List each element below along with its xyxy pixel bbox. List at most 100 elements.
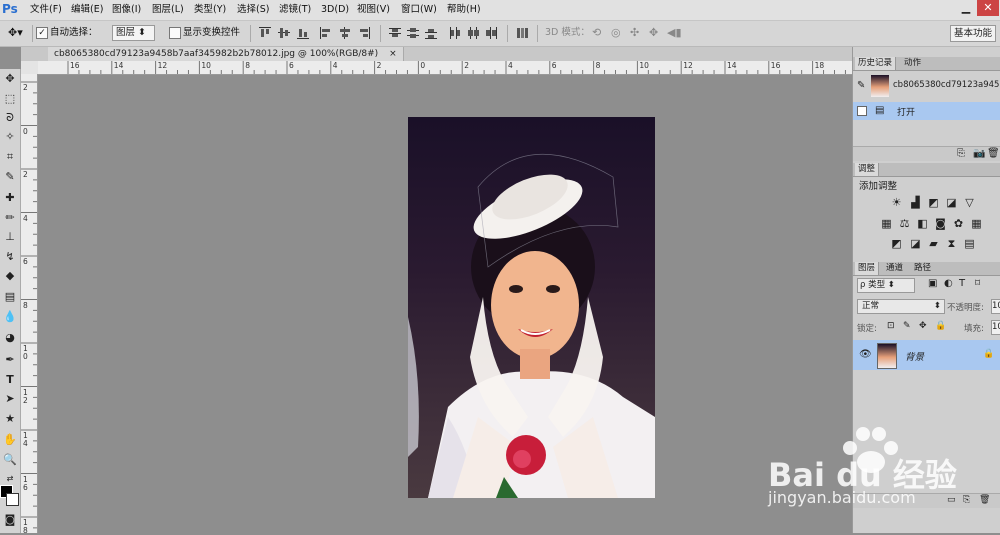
- background-color-swatch[interactable]: [6, 493, 19, 506]
- auto-select-checkbox[interactable]: ✓: [36, 27, 48, 39]
- quick-mask-icon[interactable]: ◙: [2, 512, 18, 528]
- document-photo[interactable]: [408, 117, 655, 498]
- eye-visibility-icon[interactable]: 👁: [859, 349, 872, 360]
- align-bottom-icon[interactable]: [296, 26, 310, 40]
- distribute-bottom-icon[interactable]: [424, 26, 438, 40]
- show-transform-checkbox[interactable]: [169, 27, 181, 39]
- 3d-rotate-icon[interactable]: ⟲: [592, 26, 601, 40]
- zoom-tool-icon[interactable]: 🔍: [2, 452, 18, 468]
- opacity-input[interactable]: 10: [991, 299, 1000, 314]
- align-top-icon[interactable]: [258, 26, 272, 40]
- new-document-from-state-icon[interactable]: ⎘: [957, 148, 965, 159]
- tab-history[interactable]: 历史记录: [855, 57, 897, 70]
- lock-all-icon[interactable]: 🔒: [935, 321, 946, 331]
- menu-window[interactable]: 窗口(W): [401, 0, 437, 20]
- horizontal-ruler[interactable]: 16141210864202468101214161820: [38, 61, 868, 75]
- align-hcenter-icon[interactable]: [338, 26, 352, 40]
- menu-image[interactable]: 图像(I): [112, 0, 141, 20]
- history-snapshot-row[interactable]: ✎ cb8065380cd79123a9458b7: [853, 72, 1000, 100]
- brush-tool-icon[interactable]: ✏: [2, 210, 18, 226]
- menu-3d[interactable]: 3D(D): [321, 0, 349, 20]
- eyedropper-tool-icon[interactable]: ✎: [2, 169, 18, 185]
- distribute-left-icon[interactable]: [448, 26, 462, 40]
- history-state-open[interactable]: ▤ 打开: [853, 102, 1000, 120]
- healing-brush-tool-icon[interactable]: ✚: [2, 190, 18, 206]
- menu-layer[interactable]: 图层(L): [152, 0, 184, 20]
- filter-type-icon[interactable]: T: [959, 278, 965, 289]
- threshold-icon[interactable]: ▰: [928, 238, 939, 249]
- 3d-slide-icon[interactable]: ✥: [649, 26, 658, 40]
- levels-icon[interactable]: ▟: [910, 197, 921, 208]
- 3d-pan-icon[interactable]: ✣: [630, 26, 639, 40]
- 3d-roll-icon[interactable]: ◎: [611, 26, 621, 40]
- document-tab[interactable]: cb8065380cd79123a9458b7aaf345982b2b78012…: [48, 47, 404, 61]
- minimize-button[interactable]: ▁: [955, 0, 977, 16]
- menu-select[interactable]: 选择(S): [237, 0, 269, 20]
- trash-icon[interactable]: 🗑: [979, 495, 990, 505]
- lock-pixels-icon[interactable]: ✎: [903, 321, 911, 331]
- history-state-checkbox[interactable]: [857, 106, 867, 116]
- menu-file[interactable]: 文件(F): [30, 0, 62, 20]
- trash-icon[interactable]: 🗑: [987, 148, 1000, 159]
- tab-actions[interactable]: 动作: [901, 57, 924, 70]
- type-tool-icon[interactable]: T: [2, 372, 18, 388]
- dodge-tool-icon[interactable]: ◕: [2, 330, 18, 346]
- pen-tool-icon[interactable]: ✒: [2, 352, 18, 368]
- vertical-ruler[interactable]: 2 0 2 4 6 8 10 12 14 16 18: [21, 74, 38, 535]
- clone-stamp-tool-icon[interactable]: ⊥: [2, 229, 18, 245]
- color-lookup-icon[interactable]: ▦: [971, 218, 982, 229]
- marquee-tool-icon[interactable]: ⬚: [2, 91, 18, 107]
- menu-type[interactable]: 类型(Y): [194, 0, 226, 20]
- camera-snapshot-icon[interactable]: 📷: [973, 148, 985, 159]
- align-vcenter-icon[interactable]: [277, 26, 291, 40]
- menu-help[interactable]: 帮助(H): [447, 0, 481, 20]
- menu-edit[interactable]: 编辑(E): [71, 0, 103, 20]
- curves-icon[interactable]: ◩: [928, 197, 939, 208]
- tab-layers[interactable]: 图层: [855, 262, 880, 275]
- tab-paths[interactable]: 路径: [911, 262, 934, 275]
- 3d-scale-icon[interactable]: ◀▮: [667, 26, 682, 40]
- blend-mode-dropdown[interactable]: 正常 ⬍: [857, 299, 945, 314]
- path-select-tool-icon[interactable]: ➤: [2, 391, 18, 407]
- gradient-tool-icon[interactable]: ▤: [2, 289, 18, 305]
- history-brush-tool-icon[interactable]: ↯: [2, 249, 18, 265]
- gradient-map-icon[interactable]: ▤: [964, 238, 975, 249]
- blur-tool-icon[interactable]: 💧: [2, 309, 18, 325]
- filter-shape-icon[interactable]: ⌑: [975, 278, 980, 289]
- color-balance-icon[interactable]: ⚖: [899, 218, 910, 229]
- layer-row-background[interactable]: 👁 背景 🔒: [853, 340, 1000, 370]
- canvas-area[interactable]: [38, 75, 852, 533]
- eraser-tool-icon[interactable]: ◆: [2, 268, 18, 284]
- auto-align-icon[interactable]: [515, 26, 529, 40]
- black-white-icon[interactable]: ◧: [917, 218, 928, 229]
- ruler-origin[interactable]: [21, 61, 38, 75]
- distribute-vcenter-icon[interactable]: [406, 26, 420, 40]
- quick-select-tool-icon[interactable]: ✧: [2, 129, 18, 145]
- hand-tool-icon[interactable]: ✋: [2, 432, 18, 448]
- filter-pixel-icon[interactable]: ▣: [928, 278, 937, 289]
- vibrance-icon[interactable]: ▽: [964, 197, 975, 208]
- move-tool-preset-icon[interactable]: ✥▾: [8, 26, 23, 40]
- fill-input[interactable]: 10: [991, 320, 1000, 335]
- distribute-right-icon[interactable]: [484, 26, 498, 40]
- workspace-switcher[interactable]: 基本功能: [950, 25, 996, 42]
- distribute-hcenter-icon[interactable]: [466, 26, 480, 40]
- auto-select-dropdown[interactable]: 图层 ⬍: [112, 25, 155, 41]
- distribute-top-icon[interactable]: [388, 26, 402, 40]
- exposure-icon[interactable]: ◪: [946, 197, 957, 208]
- photo-filter-icon[interactable]: ◙: [935, 218, 946, 229]
- menu-view[interactable]: 视图(V): [357, 0, 390, 20]
- shape-tool-icon[interactable]: ★: [2, 411, 18, 427]
- lock-transparency-icon[interactable]: ⊡: [887, 321, 895, 331]
- tab-adjustments[interactable]: 调整: [855, 163, 880, 176]
- close-window-button[interactable]: ✕: [977, 0, 999, 16]
- align-right-icon[interactable]: [357, 26, 371, 40]
- filter-adjustment-icon[interactable]: ◐: [944, 278, 953, 289]
- invert-icon[interactable]: ◩: [891, 238, 902, 249]
- crop-tool-icon[interactable]: ⌗: [2, 149, 18, 165]
- selective-color-icon[interactable]: ⧗: [946, 238, 957, 249]
- move-tool-icon[interactable]: ✥: [2, 71, 18, 87]
- brightness-contrast-icon[interactable]: ☀: [891, 197, 902, 208]
- layer-filter-dropdown[interactable]: ρ 类型 ⬍: [857, 278, 915, 293]
- align-left-icon[interactable]: [319, 26, 333, 40]
